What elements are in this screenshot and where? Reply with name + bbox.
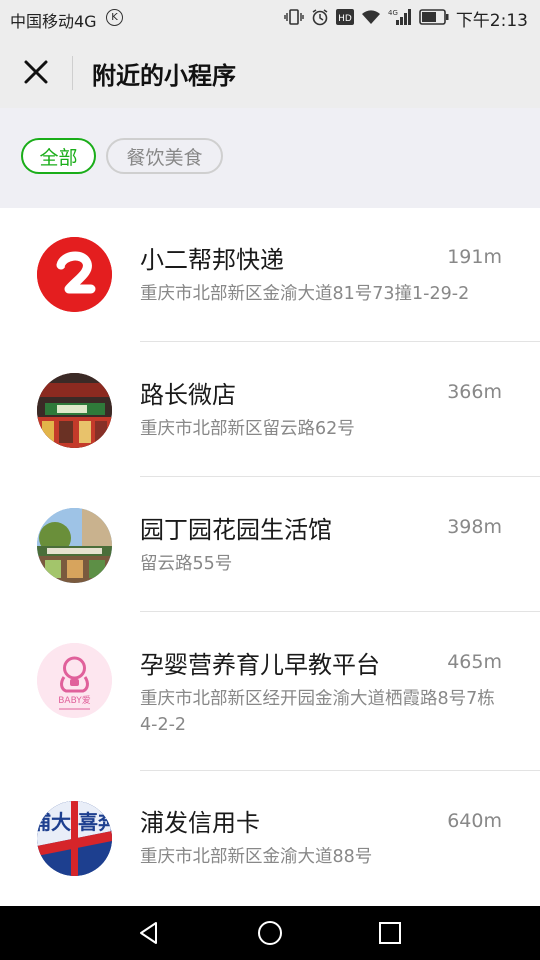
header-divider (72, 56, 73, 90)
list-item[interactable]: 路长微店 366m 重庆市北部新区留云路62号 (0, 342, 540, 477)
avatar: BABY爱 (37, 643, 112, 718)
item-name: 路长微店 (140, 381, 236, 409)
hd-icon: HD (335, 8, 354, 29)
item-address: 重庆市北部新区金渝大道81号73撞1-29-2 (140, 284, 470, 304)
item-name: 园丁园花园生活馆 (140, 516, 332, 544)
item-name: 浦发信用卡 (140, 809, 260, 837)
spdb-card-logo-icon: 浦大 喜奔 (37, 801, 112, 876)
back-triangle-icon (140, 922, 157, 944)
home-button[interactable] (253, 916, 287, 950)
system-nav-bar (0, 906, 540, 960)
item-address: 重庆市北部新区经开园金渝大道栖霞路8号7栋4-2-2 (140, 689, 495, 735)
item-distance: 465m (447, 651, 502, 673)
item-address: 重庆市北部新区金渝大道88号 (140, 847, 373, 867)
recents-square-icon (379, 922, 401, 944)
filter-chip-all[interactable]: 全部 (21, 138, 96, 174)
avatar (37, 237, 112, 312)
item-distance: 398m (447, 516, 502, 538)
alarm-icon (311, 8, 329, 30)
avatar (37, 373, 112, 448)
list-item[interactable]: 小二帮邦快递 191m 重庆市北部新区金渝大道81号73撞1-29-2 (0, 208, 540, 342)
spdb-logo-text: 浦大 喜奔 (37, 810, 112, 834)
nav-header: 附近的小程序 (0, 36, 540, 108)
svg-text:HD: HD (338, 14, 352, 24)
close-button[interactable] (18, 54, 54, 90)
storefront-photo-icon (37, 373, 112, 448)
home-circle-icon (258, 921, 282, 945)
battery-icon (419, 8, 449, 29)
close-icon (24, 60, 48, 84)
vibrate-icon (284, 8, 304, 30)
item-distance: 366m (447, 381, 502, 403)
item-name: 小二帮邦快递 (140, 246, 284, 274)
avatar (37, 508, 112, 583)
filter-chip-food[interactable]: 餐饮美食 (106, 138, 223, 174)
page-title: 附近的小程序 (92, 62, 236, 90)
item-distance: 191m (447, 246, 502, 268)
baby-logo-text: BABY爱 (58, 695, 91, 706)
filter-bar: 全部 餐饮美食 (0, 108, 540, 208)
garden-shop-photo-icon (37, 508, 112, 583)
svg-text:4G: 4G (388, 9, 398, 17)
item-name: 孕婴营养育儿早教平台 (140, 651, 380, 679)
wifi-icon (361, 9, 381, 29)
recents-button[interactable] (373, 916, 407, 950)
item-address: 留云路55号 (140, 554, 233, 574)
avatar: 浦大 喜奔 (37, 801, 112, 876)
carrier-label: 中国移动4G (10, 12, 97, 31)
clock: 下午2:13 (455, 11, 528, 31)
status-bar: 中国移动4G K HD 4G 下午2:13 (0, 0, 540, 36)
carrier-k-icon: K (106, 9, 123, 26)
red-2-logo-icon (37, 237, 112, 312)
back-button[interactable] (132, 916, 166, 950)
list-item[interactable]: 园丁园花园生活馆 398m 留云路55号 (0, 477, 540, 612)
list-item[interactable]: BABY爱 孕婴营养育儿早教平台 465m 重庆市北部新区经开园金渝大道栖霞路8… (0, 612, 540, 771)
item-address: 重庆市北部新区留云路62号 (140, 419, 355, 439)
list-item[interactable]: 浦大 喜奔 浦发信用卡 640m 重庆市北部新区金渝大道88号 (0, 771, 540, 907)
mini-program-list: 小二帮邦快递 191m 重庆市北部新区金渝大道81号73撞1-29-2 路长微店… (0, 208, 540, 907)
signal-icon: 4G (388, 8, 412, 30)
baby-logo-icon: BABY爱 (37, 643, 112, 718)
item-distance: 640m (447, 810, 502, 832)
